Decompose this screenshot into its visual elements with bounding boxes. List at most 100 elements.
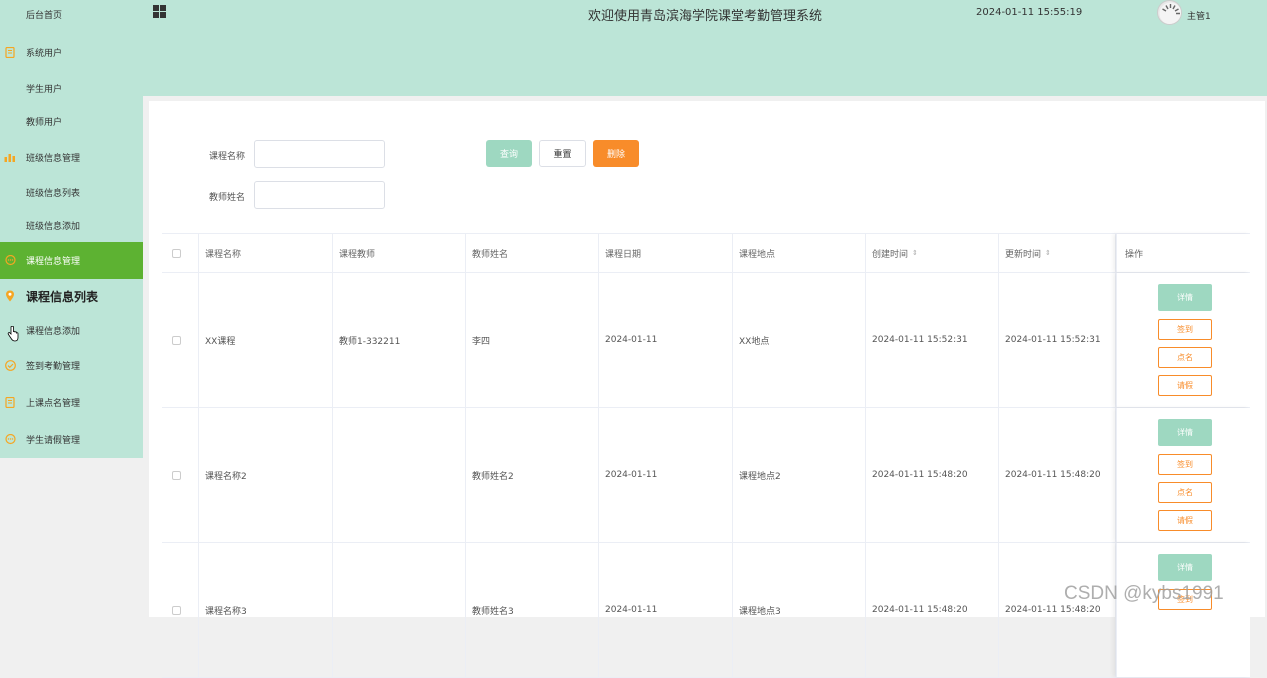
cell-course-teacher <box>333 543 466 677</box>
teacher-name-input[interactable] <box>254 181 385 209</box>
check-circle-icon <box>4 359 16 371</box>
table-row: 课程名称3 教师姓名3 2024-01-11 课程地点3 2024-01-11 … <box>162 543 1250 678</box>
detail-button[interactable]: 详情 <box>1158 284 1212 311</box>
sidebar-item-system-users[interactable]: 系统用户 <box>0 35 143 69</box>
select-all-cell <box>162 234 199 272</box>
actions-cell: 详情 签到 <box>1116 543 1250 677</box>
column-header-sortable[interactable]: 更新时间 ⇕ <box>999 234 1116 272</box>
column-header: 课程教师 <box>333 234 466 272</box>
cell-teacher-name: 教师姓名3 <box>466 543 599 677</box>
column-header: 教师姓名 <box>466 234 599 272</box>
sidebar-item-label: 课程信息管理 <box>26 257 81 267</box>
cell-updated-time: 2024-01-11 15:48:20 <box>999 408 1116 542</box>
signin-button[interactable]: 签到 <box>1158 454 1212 475</box>
chat-icon <box>4 255 16 267</box>
sidebar-item-label: 班级信息列表 <box>26 188 81 199</box>
leave-button[interactable]: 请假 <box>1158 375 1212 396</box>
sidebar-item-label: 学生用户 <box>26 84 63 95</box>
cell-course-teacher: 教师1-332211 <box>333 273 466 407</box>
sidebar-item-teacher-users[interactable]: 教师用户 <box>0 104 143 138</box>
chat-icon <box>4 433 16 445</box>
bar-chart-icon <box>4 151 16 163</box>
sidebar-item-label: 学生请假管理 <box>26 435 81 446</box>
sidebar-item-label: 课程信息添加 <box>26 326 81 337</box>
signin-button[interactable]: 签到 <box>1158 319 1212 340</box>
document-icon <box>4 46 16 58</box>
sidebar-item-rollcall[interactable]: 上课点名管理 <box>0 385 143 419</box>
sidebar-item-class-add[interactable]: 班级信息添加 <box>0 208 143 242</box>
column-header: 课程地点 <box>733 234 866 272</box>
row-checkbox[interactable] <box>172 335 181 345</box>
watermark: CSDN @kybs1991 <box>1064 583 1224 604</box>
user-name[interactable]: 主管1 <box>1187 9 1211 22</box>
column-header: 课程日期 <box>599 234 733 272</box>
leave-button[interactable]: 请假 <box>1158 510 1212 531</box>
course-name-label: 课程名称 <box>209 152 246 162</box>
column-header: 操作 <box>1125 249 1144 260</box>
column-header-label: 更新时间 <box>1005 249 1042 260</box>
row-checkbox[interactable] <box>172 470 181 480</box>
teacher-name-label: 教师姓名 <box>209 193 246 203</box>
course-name-input[interactable] <box>254 140 385 168</box>
current-datetime: 2024-01-11 15:55:19 <box>976 7 1083 18</box>
sidebar-item-home[interactable]: 后台首页 <box>0 0 143 31</box>
column-header: 课程名称 <box>199 234 333 272</box>
detail-button[interactable]: 详情 <box>1158 419 1212 446</box>
row-checkbox[interactable] <box>172 605 181 615</box>
location-pin-icon <box>4 290 16 302</box>
cell-course-date: 2024-01-11 <box>599 273 733 407</box>
table-row: 课程名称2 教师姓名2 2024-01-11 课程地点2 2024-01-11 … <box>162 408 1250 543</box>
cell-updated-time: 2024-01-11 15:52:31 <box>999 273 1116 407</box>
cell-teacher-name: 教师姓名2 <box>466 408 599 542</box>
column-header-sortable[interactable]: 创建时间 ⇕ <box>866 234 999 272</box>
cell-teacher-name: 李四 <box>466 273 599 407</box>
select-all-checkbox[interactable] <box>172 248 181 258</box>
sidebar-item-course-management[interactable]: 课程信息管理 <box>0 242 143 279</box>
sort-icon[interactable]: ⇕ <box>1045 249 1051 257</box>
sidebar-item-label: 系统用户 <box>26 48 63 59</box>
sidebar-item-course-add[interactable]: 课程信息添加 <box>0 313 143 347</box>
query-button[interactable]: 查询 <box>486 140 532 167</box>
sidebar-item-label: 教师用户 <box>26 117 63 128</box>
row-select-cell <box>162 408 199 542</box>
cell-course-date: 2024-01-11 <box>599 543 733 677</box>
rollcall-button[interactable]: 点名 <box>1158 347 1212 368</box>
sidebar-item-attendance[interactable]: 签到考勤管理 <box>0 348 143 382</box>
sidebar-item-label: 课程信息列表 <box>26 289 99 304</box>
cell-course-location: 课程地点2 <box>733 408 866 542</box>
table-header-row: 课程名称 课程教师 教师姓名 课程日期 课程地点 创建时间 ⇕ 更新时间 ⇕ 操作 <box>162 233 1250 273</box>
cell-course-date: 2024-01-11 <box>599 408 733 542</box>
grid-menu-icon[interactable] <box>153 5 166 18</box>
document-icon <box>4 396 16 408</box>
sidebar-item-student-users[interactable]: 学生用户 <box>0 71 143 105</box>
cell-course-teacher <box>333 408 466 542</box>
cell-created-time: 2024-01-11 15:52:31 <box>866 273 999 407</box>
cell-course-name: 课程名称2 <box>199 408 333 542</box>
column-header-label: 创建时间 <box>872 249 909 260</box>
sidebar-item-class-management[interactable]: 班级信息管理 <box>0 140 143 174</box>
delete-button[interactable]: 删除 <box>593 140 639 167</box>
cell-created-time: 2024-01-11 15:48:20 <box>866 543 999 677</box>
cell-created-time: 2024-01-11 15:48:20 <box>866 408 999 542</box>
sidebar-item-leave[interactable]: 学生请假管理 <box>0 422 143 456</box>
actions-cell: 详情 签到 点名 请假 <box>1116 408 1250 542</box>
cell-course-name: XX课程 <box>199 273 333 407</box>
sidebar-item-label: 后台首页 <box>26 10 63 21</box>
sidebar-item-label: 班级信息添加 <box>26 221 81 232</box>
table-row: XX课程 教师1-332211 李四 2024-01-11 XX地点 2024-… <box>162 273 1250 408</box>
sidebar-item-course-list[interactable]: 课程信息列表 <box>0 279 143 313</box>
reset-button[interactable]: 重置 <box>539 140 586 167</box>
cell-course-location: XX地点 <box>733 273 866 407</box>
sidebar-item-class-list[interactable]: 班级信息列表 <box>0 175 143 209</box>
sidebar-item-label: 上课点名管理 <box>26 398 81 409</box>
actions-cell: 详情 签到 点名 请假 <box>1116 273 1250 407</box>
avatar[interactable] <box>1157 0 1182 25</box>
sidebar: 后台首页 系统用户 学生用户 教师用户 班级信息管理 班级信息列表 班级信息添加… <box>0 0 143 458</box>
detail-button[interactable]: 详情 <box>1158 554 1212 581</box>
cell-updated-time: 2024-01-11 15:48:20 <box>999 543 1116 677</box>
sort-icon[interactable]: ⇕ <box>912 249 918 257</box>
cell-course-name: 课程名称3 <box>199 543 333 677</box>
sidebar-item-label: 签到考勤管理 <box>26 361 81 372</box>
row-select-cell <box>162 543 199 677</box>
rollcall-button[interactable]: 点名 <box>1158 482 1212 503</box>
